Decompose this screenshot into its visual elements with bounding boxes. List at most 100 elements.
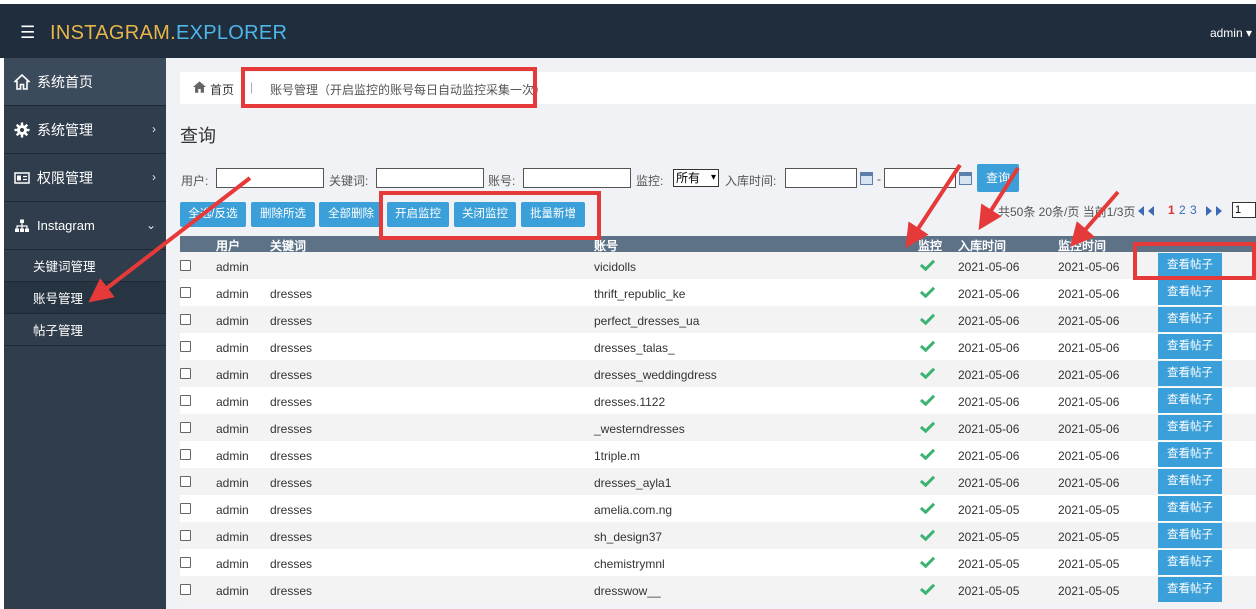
next-page-icon[interactable] [1206,206,1212,216]
cell-user: admin [216,395,249,409]
cell-monitor-date: 2021-05-05 [1058,557,1120,571]
cell-keyword: dresses [270,557,313,571]
account-filter-input[interactable] [523,168,631,188]
sidebar-item-permission[interactable]: 权限管理 › [4,154,166,202]
view-posts-button[interactable]: 查看帖子 [1158,388,1222,413]
chevron-down-icon: ⌄ [145,218,156,232]
view-posts-button[interactable]: 查看帖子 [1158,577,1222,602]
date-filter-label: 入库时间: [725,174,777,188]
date-range-separator: - [877,172,881,186]
cell-keyword: dresses [270,395,313,409]
cell-monitor-date: 2021-05-05 [1058,503,1120,517]
view-posts-button[interactable]: 查看帖子 [1158,442,1222,467]
page-select[interactable]: 1 [1232,202,1256,218]
view-posts-button[interactable]: 查看帖子 [1158,307,1222,332]
date-end-input[interactable] [884,168,956,188]
cell-in-date: 2021-05-06 [958,449,1020,463]
filter-bar: 用户: 关键词: 账号: 监控: 所有 ▾ 入库时间: - 查询 [180,164,1256,192]
table-row: admin vicidolls 2021-05-06 2021-05-06 查看帖子 [180,252,1256,279]
cell-monitor-date: 2021-05-06 [1058,260,1120,274]
cell-user: admin [216,530,249,544]
cell-user: admin [216,314,249,328]
first-page-icon[interactable] [1138,206,1144,216]
cell-account: amelia.com.ng [594,503,673,517]
sidebar-item-instagram[interactable]: Instagram ⌄ [4,202,166,250]
view-posts-button[interactable]: 查看帖子 [1158,415,1222,440]
sidebar-item-home[interactable]: 系统首页 [4,58,166,106]
monitor-filter-select[interactable]: 所有 ▾ [673,169,719,187]
calendar-icon[interactable] [959,172,972,185]
cell-account: _westerndresses [594,422,685,436]
table-row: admin dresses dresses_weddingdress 2021-05-… [180,360,1256,387]
row-checkbox[interactable] [180,341,191,352]
check-icon [920,286,935,298]
calendar-icon[interactable] [860,172,873,185]
cell-monitor-date: 2021-05-05 [1058,584,1120,598]
cell-keyword: dresses [270,530,313,544]
check-icon [920,259,935,271]
cell-monitor-date: 2021-05-05 [1058,530,1120,544]
table-row: admin dresses _westerndresses 2021-05-06 202… [180,414,1256,441]
sidebar-item-account-manage[interactable]: 账号管理 [4,282,166,314]
view-posts-button[interactable]: 查看帖子 [1158,469,1222,494]
row-checkbox[interactable] [180,584,191,595]
sidebar-label-instagram: Instagram [37,218,95,233]
cell-monitor-date: 2021-05-06 [1058,422,1120,436]
page-title: 查询 [180,126,216,146]
sidebar-item-system[interactable]: 系统管理 › [4,106,166,154]
view-posts-button[interactable]: 查看帖子 [1158,496,1222,521]
row-checkbox[interactable] [180,314,191,325]
row-checkbox[interactable] [180,476,191,487]
cell-account: chemistrymnl [594,557,665,571]
page-link-2[interactable]: 2 [1179,203,1186,217]
cell-keyword: dresses [270,584,313,598]
check-icon [920,340,935,352]
keyword-filter-input[interactable] [376,168,484,188]
view-posts-button[interactable]: 查看帖子 [1158,361,1222,386]
delete-selected-button[interactable]: 删除所选 [251,202,315,227]
sidebar-item-keyword-manage[interactable]: 关键词管理 [4,250,166,282]
view-posts-button[interactable]: 查看帖子 [1158,334,1222,359]
cell-keyword: dresses [270,287,313,301]
cell-user: admin [216,584,249,598]
select-all-button[interactable]: 全选/反选 [180,202,246,227]
date-start-input[interactable] [785,168,857,188]
caret-down-icon: ▾ [1245,26,1252,40]
prev-page-icon[interactable] [1148,206,1154,216]
sidebar-item-post-manage[interactable]: 帖子管理 [4,314,166,346]
row-checkbox[interactable] [180,260,191,271]
row-checkbox[interactable] [180,287,191,298]
row-checkbox[interactable] [180,449,191,460]
view-posts-button[interactable]: 查看帖子 [1158,550,1222,575]
cell-account: 1triple.m [594,449,641,463]
user-filter-input[interactable] [216,168,324,188]
breadcrumb-home[interactable]: 首页 [210,81,234,98]
row-checkbox[interactable] [180,368,191,379]
annotation-box-monitor-actions [379,191,601,240]
delete-all-button[interactable]: 全部删除 [319,202,383,227]
cell-account: dresses.1122 [594,395,666,409]
row-checkbox[interactable] [180,530,191,541]
row-checkbox[interactable] [180,557,191,568]
cell-in-date: 2021-05-05 [958,530,1020,544]
menu-toggle-icon[interactable]: ☰ [20,24,35,41]
table-row: admin dresses sh_design37 2021-05-05 2021-05… [180,522,1256,549]
annotation-box-view-button [1133,242,1256,280]
last-page-icon[interactable] [1216,206,1222,216]
sidebar-label-permission: 权限管理 [37,169,93,186]
view-posts-button[interactable]: 查看帖子 [1158,280,1222,305]
select-arrow-icon: ▾ [710,172,716,183]
row-checkbox[interactable] [180,395,191,406]
query-button[interactable]: 查询 [977,164,1019,192]
page-select-value: 1 [1235,204,1242,216]
annotation-box-breadcrumb [241,67,537,108]
row-checkbox[interactable] [180,422,191,433]
cell-in-date: 2021-05-05 [958,557,1020,571]
cell-user: admin [216,341,249,355]
page-link-3[interactable]: 3 [1190,203,1197,217]
view-posts-button[interactable]: 查看帖子 [1158,523,1222,548]
cell-in-date: 2021-05-05 [958,584,1020,598]
user-menu[interactable]: admin ▾ [1210,26,1252,40]
page-link-1[interactable]: 1 [1168,203,1175,217]
row-checkbox[interactable] [180,503,191,514]
